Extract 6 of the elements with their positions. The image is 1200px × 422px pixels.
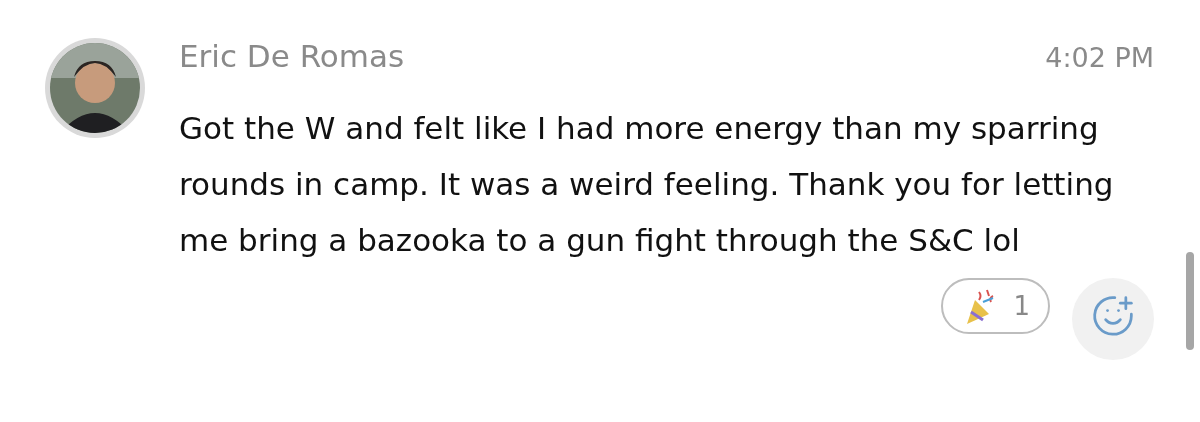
- scrollbar[interactable]: [1186, 252, 1194, 350]
- message-text: Got the W and felt like I had more energy than my sparring rounds in camp. It was a weird feeling. Thank you for letting me bring a bazooka to a gun fight through the S&C lol: [179, 109, 1115, 260]
- timestamp: 4:02 PM: [1045, 42, 1154, 73]
- add-emoji-icon: [1091, 294, 1135, 338]
- reaction-button[interactable]: 1: [941, 278, 1050, 334]
- author-name: Eric De Romas: [179, 38, 405, 74]
